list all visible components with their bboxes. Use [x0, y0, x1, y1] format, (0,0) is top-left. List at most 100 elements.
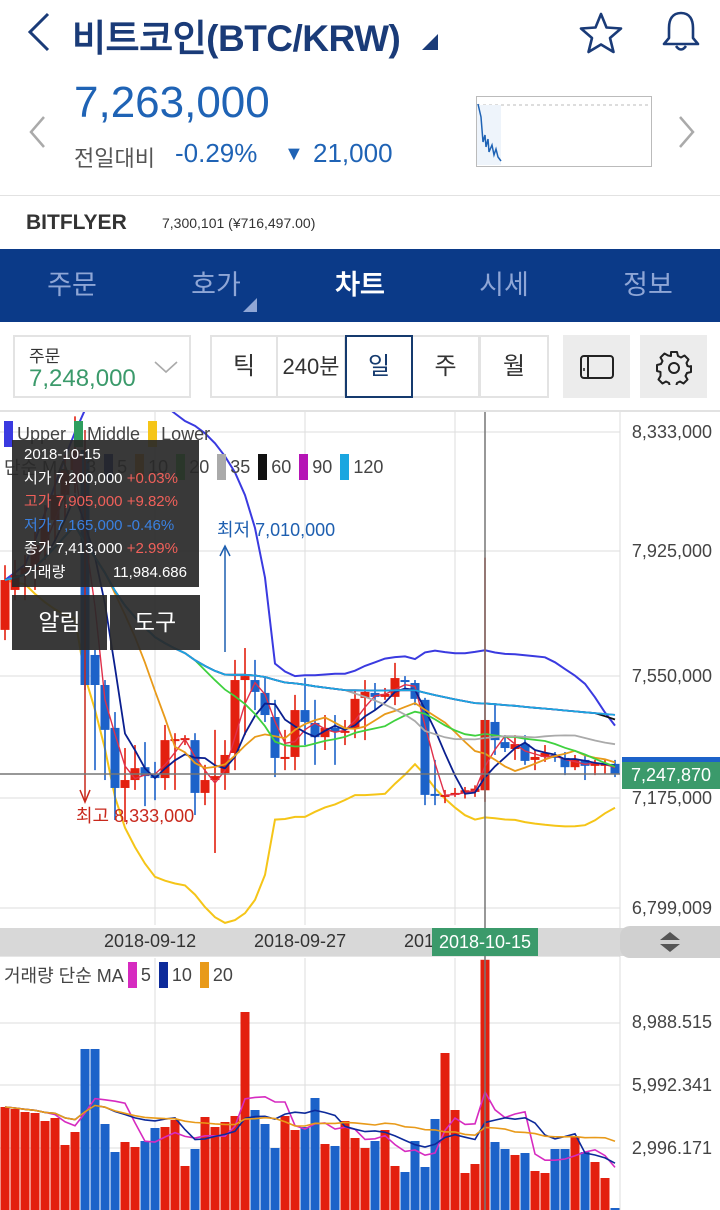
legend-ma-90-swatch	[299, 454, 309, 480]
volume-bar	[380, 1130, 390, 1210]
back-button[interactable]	[22, 10, 58, 54]
volume-bar	[310, 1097, 320, 1210]
settings-button[interactable]	[640, 335, 707, 398]
panel-resize-handle[interactable]	[620, 926, 720, 958]
volume-bar	[400, 1172, 410, 1210]
period-240min[interactable]: 240분	[276, 335, 346, 398]
prev-coin-icon[interactable]	[26, 114, 50, 150]
tools-button[interactable]: 도구	[110, 595, 200, 650]
date-tick: 2018-09-27	[254, 931, 347, 951]
sparkline-chart	[477, 103, 651, 165]
volume-bar	[0, 1106, 10, 1210]
volume-bar	[320, 1144, 330, 1210]
tab-order[interactable]: 주문	[0, 249, 144, 322]
order-price-select[interactable]: 주문 7,248,000	[13, 335, 191, 398]
dropdown-triangle-icon[interactable]	[422, 34, 438, 50]
legend-ma-35-swatch	[217, 454, 227, 480]
volume-bar	[90, 1048, 100, 1210]
tab-chart[interactable]: 차트	[288, 249, 432, 322]
volume-bar	[290, 1130, 300, 1210]
tooltip-date: 2018-10-15	[24, 446, 101, 463]
volume-bar	[20, 1112, 30, 1210]
high-annotation: 최고 8,333,000	[76, 806, 195, 826]
volume-bar	[280, 1115, 290, 1210]
candle-body	[230, 680, 240, 753]
tooltip-low-label: 저가	[24, 516, 52, 534]
volume-bar	[40, 1121, 50, 1210]
tooltip-volume-label: 거래량	[24, 563, 66, 581]
volume-bar	[180, 1165, 190, 1210]
tooltip-open-label: 시가	[24, 469, 52, 487]
low-annotation: 최저 7,010,000	[217, 520, 336, 540]
next-coin-icon[interactable]	[674, 114, 698, 150]
volume-bar	[240, 1012, 250, 1210]
down-arrow-icon: ▼	[284, 143, 304, 165]
tooltip-open-pct: +0.03%	[126, 469, 178, 487]
tab-market[interactable]: 시세	[432, 249, 576, 322]
period-day[interactable]: 일	[345, 335, 413, 398]
volume-ma-legend: 거래량 단순 MA 5 10 20	[4, 962, 237, 988]
candle-body	[200, 780, 210, 793]
period-month[interactable]: 월	[479, 335, 549, 398]
ohlc-tooltip: 2018-10-15 시가 7,200,000 +0.03% 고가 7,905,…	[12, 440, 199, 587]
tooltip-volume-value: 11,984.686	[113, 563, 187, 581]
volume-bar	[10, 1108, 20, 1210]
tooltip-low-pct: -0.46%	[126, 516, 175, 534]
legend-ma-90-label: 90	[312, 456, 333, 477]
tab-info[interactable]: 정보	[576, 249, 720, 322]
exchange-name: BITFLYER	[26, 211, 127, 234]
star-icon[interactable]	[578, 10, 624, 56]
period-tick[interactable]: 틱	[210, 335, 278, 398]
tooltip-high-label: 고가	[24, 493, 52, 510]
tooltip-low-value: 7,165,000	[55, 516, 123, 534]
tab-bar: 주문 호가 차트 시세 정보	[0, 249, 720, 322]
layout-toggle-button[interactable]	[563, 335, 630, 398]
divider	[0, 195, 720, 196]
order-value: 7,248,000	[29, 365, 136, 392]
tooltip-high-value: 7,905,000	[55, 493, 123, 510]
tooltip-close-pct: +2.99%	[126, 540, 178, 557]
crosshair-price-label: 7,247,870	[622, 762, 720, 789]
candle-body	[530, 756, 540, 760]
exchange-quote: 7,300,101 (¥716,497.00)	[162, 215, 316, 231]
volume-legend-title: 거래량 단순 MA	[4, 966, 124, 986]
volume-bar	[500, 1148, 510, 1210]
page-title[interactable]: 비트코인(BTC/KRW)	[72, 8, 401, 62]
legend-vol-ma-20-label: 20	[212, 964, 233, 985]
candle-body	[300, 710, 310, 722]
candle-body	[0, 580, 10, 630]
volume-bar	[540, 1173, 550, 1210]
price-axis-label: 7,925,000	[631, 541, 712, 561]
tooltip-close-value: 7,413,000	[55, 540, 123, 557]
volume-bar	[370, 1141, 380, 1210]
tab-orderbook[interactable]: 호가	[144, 249, 288, 322]
volume-bar	[510, 1154, 520, 1210]
legend-ma-120-swatch	[340, 454, 350, 480]
alert-button[interactable]: 알림	[12, 595, 107, 650]
crosshair-date-label: 2018-10-15	[432, 928, 538, 956]
volume-bar	[460, 1173, 470, 1210]
candle-body	[400, 680, 410, 683]
gear-icon	[655, 350, 692, 385]
legend-vol-ma-5-label: 5	[140, 964, 151, 985]
volume-bar	[70, 1132, 80, 1210]
candle-body	[120, 780, 130, 788]
price-axis-label: 6,799,009	[631, 898, 712, 918]
price-axis-label: 7,550,000	[631, 666, 712, 686]
legend-vol-ma-20-swatch	[199, 962, 209, 988]
price-axis-label: 7,175,000	[631, 788, 712, 808]
volume-bar	[130, 1146, 140, 1210]
volume-bar	[580, 1152, 590, 1210]
volume-bar	[50, 1117, 60, 1210]
change-amount: 21,000	[313, 138, 393, 168]
period-week[interactable]: 주	[411, 335, 480, 398]
sparkline[interactable]	[476, 96, 652, 167]
order-label: 주문	[29, 347, 61, 366]
bell-icon[interactable]	[658, 8, 704, 54]
volume-axis-label: 5,992.341	[631, 1075, 712, 1095]
candle-body	[190, 740, 200, 793]
candle-body	[280, 756, 290, 759]
volume-axis-label: 8,988.515	[631, 1012, 712, 1032]
volume-axis-label: 2,996.171	[631, 1138, 712, 1158]
panel-icon	[579, 354, 614, 379]
